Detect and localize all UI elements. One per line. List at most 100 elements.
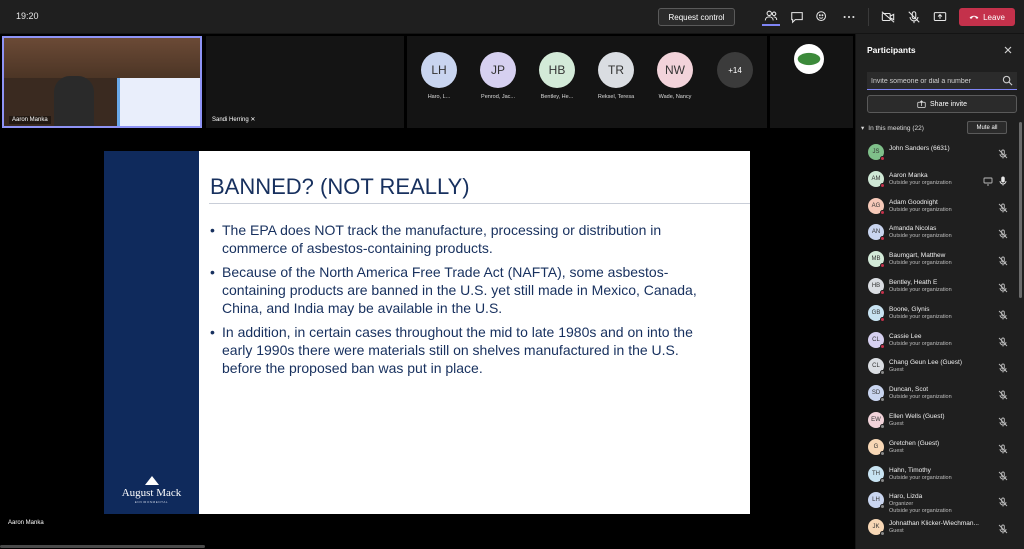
participant-row[interactable]: TH Hahn, Timothy Outside your organization <box>856 462 1016 489</box>
share-screen-icon[interactable] <box>931 8 949 26</box>
avatar-initials: G <box>873 443 879 450</box>
participant-row[interactable]: LH Haro, Lizda Organizer Outside your organ… <box>856 488 1016 515</box>
share-invite-button[interactable]: Share invite <box>867 95 1017 113</box>
panel-title: Participants <box>867 45 916 55</box>
mic-off-icon[interactable] <box>998 146 1008 159</box>
mute-all-button[interactable]: Mute all <box>967 121 1007 134</box>
avatar-initials: MB <box>871 256 881 263</box>
close-icon[interactable] <box>1002 43 1014 55</box>
participant-row[interactable]: JK Johnathan Klicker-Wiechman... Guest <box>856 515 1016 540</box>
video-tile-sandi[interactable]: Sandi Herring ✕ <box>206 36 404 128</box>
participant-name: Aaron Manka <box>889 171 928 179</box>
avatar: LH <box>868 492 885 510</box>
presence-dot <box>880 397 885 403</box>
mic-off-icon[interactable] <box>998 468 1008 481</box>
video-tile-name: Sandi Herring ✕ <box>212 116 255 123</box>
video-gallery: LH Haro, L... JP Penrod, Jac... HB Bentl… <box>407 36 767 128</box>
invite-field[interactable] <box>867 72 1017 90</box>
presence-dot <box>880 370 885 376</box>
participant-role: Outside your organization <box>889 233 952 240</box>
participant-row[interactable]: CL Cassie Lee Outside your organization <box>856 328 1016 355</box>
gallery-avatar[interactable]: LH Haro, L... <box>411 44 467 124</box>
mic-off-icon[interactable] <box>998 414 1008 427</box>
people-icon[interactable] <box>762 8 780 26</box>
avatar: HB <box>539 52 575 88</box>
avatar: AN <box>868 224 885 242</box>
gallery-avatar[interactable]: JP Penrod, Jac... <box>470 44 526 124</box>
participant-row[interactable]: G Gretchen (Guest) Guest <box>856 435 1016 462</box>
presence-dot <box>880 209 885 215</box>
participant-row[interactable]: EW Ellen Wells (Guest) Guest <box>856 408 1016 435</box>
shared-content-stage: August Mack ENVIRONMENTAL BANNED? (NOT R… <box>0 131 855 549</box>
avatar: JP <box>480 52 516 88</box>
mic-off-icon[interactable] <box>998 387 1008 400</box>
participant-row[interactable]: AM Aaron Manka Outside your organization <box>856 167 1016 194</box>
gallery-avatar[interactable]: HB Bentley, He... <box>529 44 585 124</box>
participant-list: JS John Sanders (6631) AM Aaron Manka Outsid… <box>856 140 1016 540</box>
meeting-section-header[interactable]: ▾ In this meeting (22) <box>861 124 924 133</box>
participant-row[interactable]: SD Duncan, Scot Outside your organization <box>856 381 1016 408</box>
mic-off-icon[interactable] <box>998 360 1008 373</box>
mic-off-icon[interactable] <box>998 307 1008 320</box>
avatar-initials: GB <box>871 309 881 316</box>
invite-input[interactable] <box>871 74 997 88</box>
mic-off-icon[interactable] <box>905 8 923 26</box>
sharing-screen-icon <box>983 173 993 186</box>
participant-row[interactable]: HB Bentley, Heath E Outside your organizat… <box>856 274 1016 301</box>
camera-off-icon[interactable] <box>879 8 897 26</box>
meeting-toolbar: 19:20 Request control Leave <box>0 0 1024 34</box>
avatar: G <box>868 438 885 456</box>
participant-row[interactable]: AG Adam Goodnight Outside your organizatio… <box>856 194 1016 221</box>
participant-name: Adam Goodnight <box>889 198 938 206</box>
presence-dot <box>880 450 885 456</box>
avatar-initials: AG <box>871 202 881 209</box>
leave-button[interactable]: Leave <box>959 8 1015 26</box>
logo-wordmark: August Mack <box>121 487 182 499</box>
more-options-icon[interactable] <box>840 8 858 26</box>
video-tile-logo[interactable] <box>770 36 853 128</box>
gallery-avatar[interactable]: TR Reksel, Teresa <box>588 44 644 124</box>
avatar: SD <box>868 385 885 403</box>
presence-dot <box>880 343 885 349</box>
mic-off-icon[interactable] <box>998 253 1008 266</box>
participant-row[interactable]: AN Amanda Nicolas Outside your organizatio… <box>856 220 1016 247</box>
participant-row[interactable]: CL Chang Geun Lee (Guest) Guest <box>856 354 1016 381</box>
mic-icon[interactable] <box>998 173 1008 186</box>
panel-scrollbar[interactable] <box>1019 122 1022 298</box>
video-background-screen <box>117 78 200 126</box>
more-participants-button[interactable]: +14 <box>717 52 753 88</box>
mic-off-icon[interactable] <box>998 521 1008 534</box>
slide-bullet: In addition, in certain cases throughout… <box>210 323 710 377</box>
presence-dot <box>880 290 885 295</box>
logo-triangle-icon <box>144 476 159 485</box>
mic-off-icon[interactable] <box>998 334 1008 347</box>
video-tile-self[interactable]: Aaron Manka <box>2 36 202 128</box>
reactions-icon[interactable] <box>813 8 831 26</box>
participant-role: Outside your organization <box>889 287 952 293</box>
request-control-button[interactable]: Request control <box>658 8 735 26</box>
avatar: GB <box>868 304 885 322</box>
video-strip: Aaron Manka Sandi Herring ✕ LH Haro, L..… <box>0 34 855 131</box>
mic-off-icon[interactable] <box>998 280 1008 293</box>
chat-icon[interactable] <box>788 8 806 26</box>
avatar-caption: Bentley, He... <box>540 94 574 100</box>
presence-dot <box>880 424 885 429</box>
share-icon <box>917 99 926 108</box>
participant-row[interactable]: MB Baumgart, Matthew Outside your organiza… <box>856 247 1016 274</box>
participant-row[interactable]: JS John Sanders (6631) <box>856 140 1016 167</box>
avatar-initials: AM <box>871 175 881 182</box>
participant-name: John Sanders (6631) <box>889 145 950 152</box>
avatar: NW <box>657 52 693 88</box>
mic-off-icon[interactable] <box>998 200 1008 213</box>
avatar-caption: Wade, Nancy <box>658 94 692 100</box>
avatar-initials: SD <box>871 390 881 397</box>
gallery-avatar[interactable]: NW Wade, Nancy <box>647 44 703 124</box>
mic-off-icon[interactable] <box>998 441 1008 454</box>
toolbar-divider <box>868 8 869 26</box>
mic-off-icon[interactable] <box>998 494 1008 507</box>
participant-row[interactable]: GB Boone, Glynis Outside your organization <box>856 301 1016 328</box>
participant-role: Outside your organization <box>889 260 952 267</box>
participant-role: Guest <box>889 528 904 535</box>
stage-scrollbar[interactable] <box>0 545 205 548</box>
mic-off-icon[interactable] <box>998 226 1008 239</box>
